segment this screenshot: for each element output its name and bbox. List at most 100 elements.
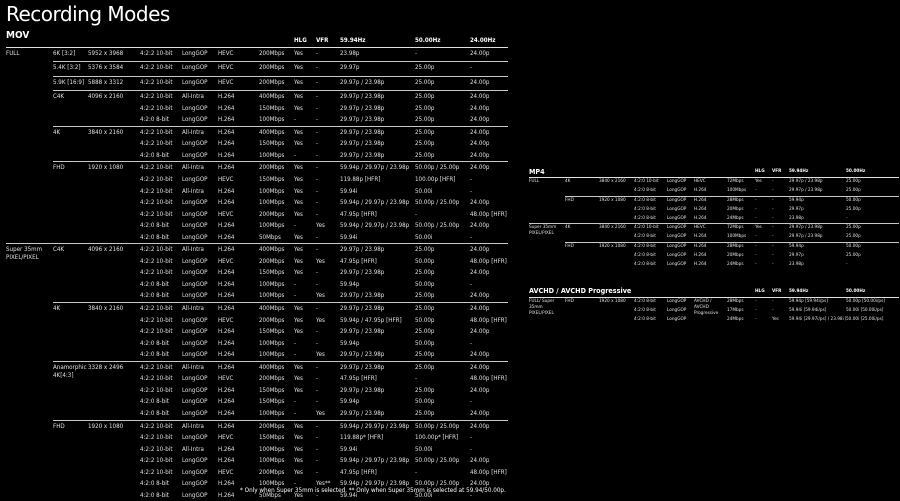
cell-bit: 24Mbps [727,262,744,268]
cell-samp: 4:2:0 8-bit [634,206,656,212]
cell-f5994: 29.97p / 23.98p [340,351,385,359]
cell-codec: H.264 [218,339,235,347]
cell-hlg: Yes [294,468,303,476]
cell-codec: HEVC [218,375,234,383]
cell-f50: 50.00p [846,195,899,206]
cell-vfr: - [772,206,774,212]
cell-samp: 4:2:0 10-bit [634,178,659,184]
cell-gop: LongGOP [182,104,208,112]
cell-codec: H.264 [218,292,235,300]
cell-codec: H.264 [218,90,259,103]
cell-samp: 4:2:0 8-bit [140,491,169,499]
cell-f50: 50.00p / 25.00p [415,222,460,230]
cell-f5994: 29.97p / 23.98p [340,292,385,300]
cell-f5994: 59.94p [340,280,360,288]
cell-f5994: 59.94i [340,445,358,453]
cell-hlg: Yes [294,75,316,91]
cell-f24: 48.00p [HFR] [470,468,507,476]
mp4-hz-50-header: 50.00Hz [846,168,899,178]
cell-bit: 100Mbps [259,445,285,453]
cell-bit: 200Mbps [259,468,285,476]
cell-samp: 4:2:2 10-bit [140,434,173,442]
cell-vfr: - [772,187,774,193]
cell-res: 1920 x 1080 [88,161,140,244]
cell-res: 3328 x 2496 [88,360,140,420]
cell-codec: H.264 [218,302,259,315]
cell-hlg: Yes [294,386,303,394]
cell-hlg: - [294,222,297,230]
cell-f5994: 59.94p / 29.97p / 23.98p [340,222,410,230]
cell-f50: 25.00p [846,206,861,212]
cell-f50: 25.00p [415,302,470,315]
cell-f5994: 59.94p [789,242,846,253]
cell-size: 4K [53,302,88,362]
cell-codec: H.264 [218,445,235,453]
cell-f24: 24.00p [470,104,490,112]
cell-hlg: - [755,234,757,240]
cell-codec: HEVC [218,75,259,91]
cell-samp: 4:2:0 8-bit [634,262,656,268]
cell-bit: 150Mbps [259,434,285,442]
cell-gop: LongGOP [182,316,208,324]
table-row: FULL 4K 3840 x 2160 4:2:0 10-bit LongGOP HEVC… [529,177,899,186]
cell-vfr: - [316,104,319,112]
cell-hlg: Yes [294,187,303,195]
cell-gop: All-Intra [182,161,218,175]
cell-f5994: 47.95p [HFR] [340,257,377,265]
cell-f50: 50.00p [846,242,899,253]
cell-vfr: - [316,445,319,453]
table-row: 5.4K [3:2] 5376 x 3584 4:2:2 10-bit LongGOP… [6,61,508,77]
cell-samp: 4:2:0 8-bit [634,187,656,193]
cell-f24: 24.00p [470,125,508,139]
cell-bit: 200Mbps [259,49,285,57]
vfr-header: VFR [316,35,340,48]
cell-gop: All-Intra [182,90,218,103]
cell-codec: H.264 [218,140,235,148]
cell-hlg: Yes [294,419,316,433]
cell-gop: LongGOP [667,242,694,253]
cell-f5994: 59.94p / 29.97p / 23.98p [340,199,410,207]
cell-f24: 24.00p [470,419,508,433]
cell-bit: 200Mbps [259,210,285,218]
cell-f5994: 59.94p / 29.97p / 23.98p [340,161,415,175]
cell-vfr: - [316,269,319,277]
cell-vfr: Yes [316,409,325,417]
cell-gop: LongGOP [182,140,208,148]
cell-gop: LongGOP [182,386,208,394]
cell-f5994: 29.97p [789,206,804,212]
avchd-header-row: HLG VFR 59.94Hz 50.00Hz [529,288,899,298]
cell-f50: 25.00p [415,292,435,300]
cell-f50: 50.00p [415,398,435,406]
cell-f5994: 59.94p / 29.97p / 23.98p [340,457,410,465]
cell-bit: 150Mbps [259,398,285,406]
cell-codec: H.264 [218,199,235,207]
cell-size: FHD [565,298,574,304]
cell-vfr: Yes [772,316,779,322]
cell-f50: - [415,210,418,218]
cell-f24: 24.00p [470,151,490,159]
cell-f50: 50.00i [25.00i/ps] [846,316,884,322]
cell-gop: LongGOP [667,298,687,304]
cell-bit: 100Mbps [259,222,285,230]
cell-f50: 50.00p [415,339,435,347]
cell-vfr: Yes [316,222,325,230]
cell-hlg: Yes [755,178,762,184]
cell-samp: 4:2:2 10-bit [140,140,173,148]
cell-f50: 50.00i [50.00i/ps] [846,307,884,313]
cell-samp: 4:2:2 10-bit [140,468,173,476]
cell-res: 1920 x 1080 [599,298,626,304]
cell-f24: 24.00p [470,351,490,359]
cell-hlg: Yes [294,210,303,218]
cell-hlg: Yes [294,316,303,324]
cell-gop: All-Intra [182,125,218,139]
page-title: Recording Modes [6,2,170,26]
cell-codec: H.264 [218,269,235,277]
cell-f50: 25.00p [415,116,435,124]
cell-f5994: 59.94p [59.94i/ps] [789,298,828,304]
cell-vfr: - [316,328,319,336]
cell-f50: 25.00p [846,253,861,259]
cell-hlg: - [294,292,297,300]
cell-f24: 24.00p [470,90,508,103]
cell-gop: LongGOP [667,223,694,234]
cell-bit: 17Mbps [727,307,744,313]
